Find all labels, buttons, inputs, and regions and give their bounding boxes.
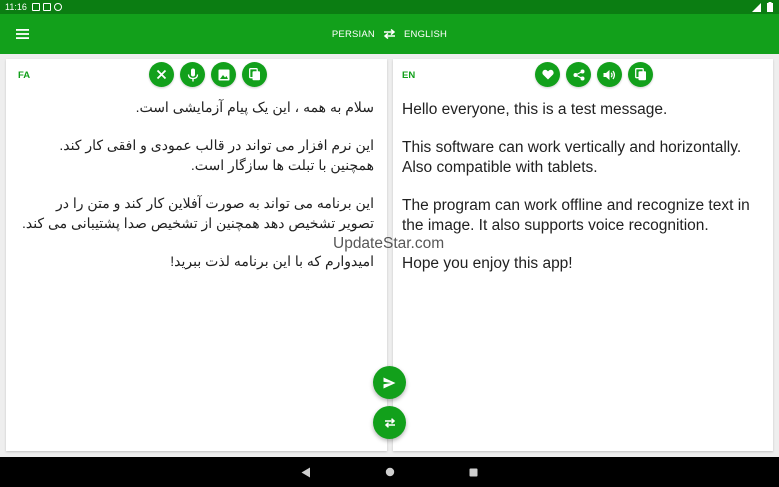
translated-paragraph: The program can work offline and recogni… (402, 197, 750, 234)
source-actions (149, 62, 267, 87)
copy-icon (248, 68, 260, 81)
battery-icon (767, 2, 773, 12)
recents-icon (469, 468, 478, 476)
menu-icon (15, 29, 29, 39)
back-icon (301, 467, 310, 477)
status-time: 11:16 (5, 2, 27, 12)
target-panel: EN Hello everyone, this is a test messag… (393, 59, 773, 451)
status-bar: 11:16 (0, 0, 779, 14)
signal-icon (752, 2, 761, 12)
target-actions (535, 62, 653, 87)
swap-icon (384, 417, 395, 428)
source-paragraph: این نرم افزار می تواند در قالب عمودی و ا… (59, 137, 374, 173)
app-bar: PERSIAN ENGLISH (0, 14, 779, 54)
source-text[interactable]: سلام به همه ، این یک پیام آزمایشی است. ا… (18, 97, 374, 289)
source-language-tag: FA (18, 70, 31, 81)
send-icon (383, 377, 396, 388)
home-button[interactable] (383, 465, 397, 479)
image-icon (218, 69, 229, 80)
notification-icon (31, 3, 40, 11)
swap-languages-icon[interactable] (383, 29, 396, 39)
copy-translation-button[interactable] (628, 62, 653, 87)
favorite-button[interactable] (535, 62, 560, 87)
translated-paragraph: This software can work vertically and ho… (402, 139, 742, 176)
sync-icon (53, 3, 62, 11)
swap-panels-button[interactable] (373, 406, 406, 439)
copy-icon (634, 68, 646, 81)
media-icon (42, 3, 51, 11)
menu-button[interactable] (10, 24, 34, 44)
translated-paragraph: Hello everyone, this is a test message. (402, 101, 668, 118)
source-language-button[interactable]: PERSIAN (332, 29, 375, 40)
home-icon (385, 467, 394, 477)
copy-source-button[interactable] (242, 62, 267, 87)
recents-button[interactable] (467, 465, 481, 479)
navigation-bar (0, 457, 779, 487)
translated-text[interactable]: Hello everyone, this is a test message. … (402, 100, 762, 292)
speaker-icon (603, 69, 616, 80)
share-button[interactable] (566, 62, 591, 87)
source-paragraph: امیدوارم که با این برنامه لذت ببرید! (170, 253, 374, 269)
language-bar: PERSIAN ENGLISH (0, 14, 779, 54)
source-paragraph: سلام به همه ، این یک پیام آزمایشی است. (135, 99, 374, 115)
speak-button[interactable] (597, 62, 622, 87)
close-icon (156, 69, 167, 80)
share-icon (573, 69, 584, 80)
source-panel: FA سلام به همه ، این یک پیام آزمایشی است… (6, 59, 387, 451)
translate-button[interactable] (373, 366, 406, 399)
image-input-button[interactable] (211, 62, 236, 87)
target-language-button[interactable]: ENGLISH (404, 29, 447, 40)
back-button[interactable] (299, 465, 313, 479)
heart-icon (541, 69, 554, 80)
translated-paragraph: Hope you enjoy this app! (402, 255, 573, 272)
source-paragraph: این برنامه می تواند به صورت آفلاین کار ک… (21, 195, 374, 231)
watermark: UpdateStar.com (333, 235, 445, 252)
microphone-icon (187, 68, 198, 81)
clear-button[interactable] (149, 62, 174, 87)
voice-input-button[interactable] (180, 62, 205, 87)
target-language-tag: EN (402, 70, 416, 81)
